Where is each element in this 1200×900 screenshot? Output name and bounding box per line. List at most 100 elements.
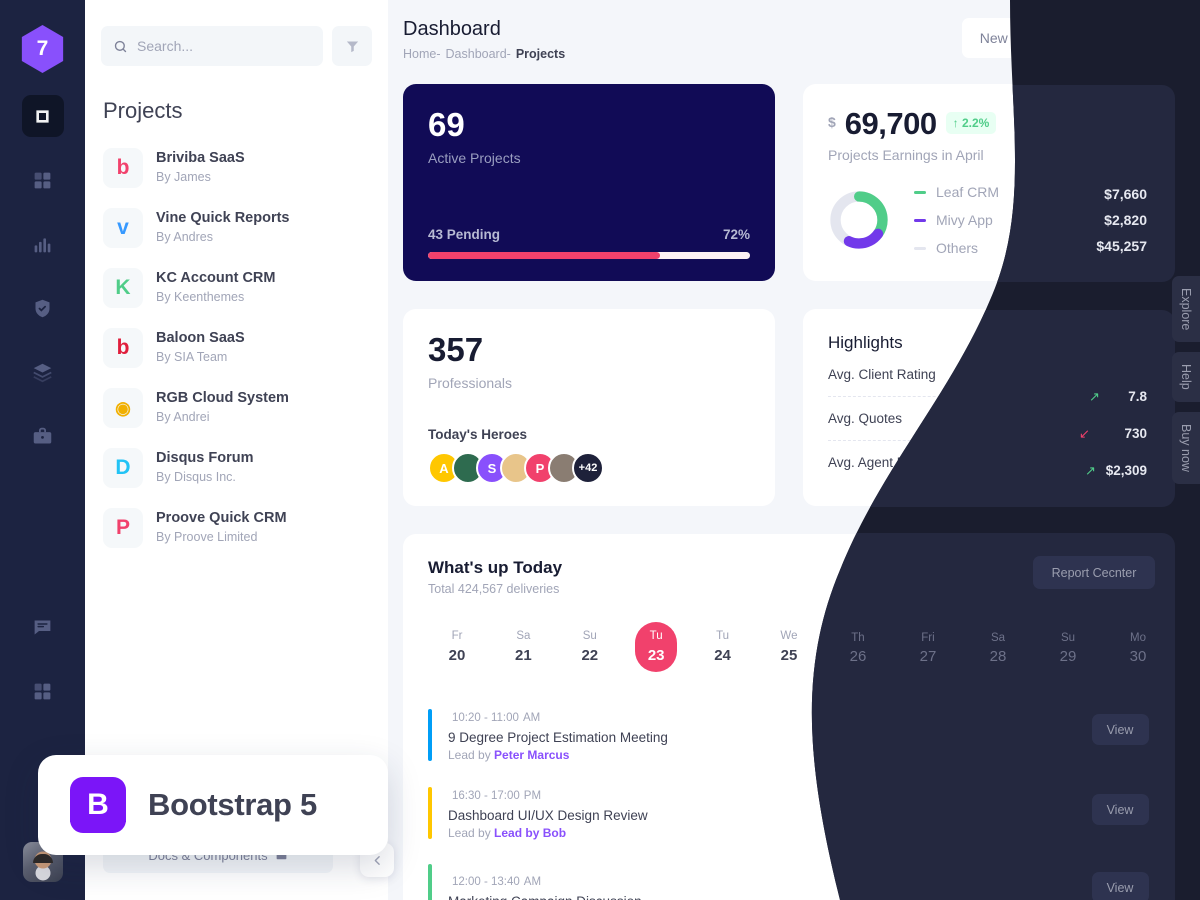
side-tab-buy-now[interactable]: Buy now — [1172, 412, 1200, 485]
highlight-number: $2,309 — [1108, 455, 1150, 470]
project-name: Proove Quick CRM — [156, 510, 287, 527]
project-author: By Proove Limited — [156, 530, 258, 545]
legend-swatch-leaf-crm — [914, 190, 926, 194]
event-row: 16:30 - 17:00 PM Dashboard UI/UX Design R… — [428, 774, 1150, 852]
event-time: 12:00 - 13:40 AM — [448, 872, 642, 890]
day-cell[interactable]: Su 22 — [569, 622, 611, 672]
arrow-down-icon: ↙ — [1106, 410, 1119, 426]
bar-chart-icon — [34, 237, 51, 252]
legend-swatch-mivy-app — [914, 218, 926, 222]
project-mark: b — [116, 156, 130, 179]
bootstrap-logo-icon: B — [70, 777, 126, 833]
day-cell[interactable]: Th 26 — [834, 622, 876, 672]
project-mark: P — [115, 516, 130, 539]
stats-grid: 69 Active Projects 43 Pending 72% $ 69,7… — [403, 84, 1175, 506]
header-actions: New User New Goal — [961, 18, 1175, 58]
project-logo: b — [103, 148, 143, 188]
whats-up-subtitle: Total 424,567 deliveries — [428, 582, 560, 596]
grid-icon — [34, 172, 51, 188]
professionals-card: 357 Professionals Today's Heroes A S P +… — [403, 309, 775, 506]
day-weekday: Mo — [1112, 630, 1129, 642]
sidebar-item-security[interactable] — [22, 287, 64, 329]
list-item[interactable]: b Briviba SaaS By James — [103, 138, 388, 198]
earnings-delta: 2.2% — [961, 116, 990, 130]
project-name: Disqus Forum — [156, 450, 254, 467]
list-item[interactable]: b Baloon SaaS By SIA Team — [103, 318, 388, 378]
day-weekday: Tu — [649, 630, 663, 642]
cube-icon — [36, 109, 49, 123]
breadcrumb-home[interactable]: Home- — [403, 47, 441, 61]
event-time-range: 12:00 - 13:40 — [452, 875, 520, 888]
day-number: 29 — [1046, 647, 1063, 664]
whats-up-header: What's up Today Total 424,567 deliveries… — [428, 558, 1150, 596]
sidebar-item-apps[interactable] — [22, 159, 64, 201]
event-name: 9 Degree Project Estimation Meeting — [448, 730, 668, 745]
event-lead-name[interactable]: Lead by Bob — [494, 826, 566, 840]
sidebar-item-widgets[interactable] — [22, 670, 64, 712]
currency-symbol: $ — [828, 114, 836, 130]
day-cell[interactable]: We 25 — [768, 622, 810, 672]
event-lead-prefix: Lead by — [448, 748, 495, 762]
filter-button[interactable] — [332, 26, 372, 66]
day-cell[interactable]: Mo 30 — [1100, 622, 1142, 672]
day-weekday: Tu — [716, 630, 730, 642]
project-info: Baloon SaaS By SIA Team — [156, 329, 245, 366]
day-cell[interactable]: Fri 27 — [901, 622, 943, 672]
event-row: 12:00 - 13:40AM Marketing Campaign Discu… — [428, 852, 1150, 900]
list-item[interactable]: D Disqus Forum By Disqus Inc. — [103, 438, 388, 498]
heroes-label: Today's Heroes — [428, 427, 527, 442]
sidebar-item-chat[interactable] — [22, 606, 64, 648]
event-view-button[interactable]: View — [1090, 873, 1150, 900]
legend-label: Others — [936, 240, 979, 256]
list-item[interactable]: ◉ RGB Cloud System By Andrei — [103, 378, 388, 438]
highlight-suffix: /10 — [1131, 367, 1150, 382]
sidebar-item-dashboard[interactable] — [21, 95, 64, 137]
sidebar-item-layers[interactable] — [22, 351, 64, 393]
project-info: RGB Cloud System By Andrei — [156, 389, 289, 426]
day-cell[interactable]: Sa 21 — [502, 622, 544, 672]
day-cell[interactable]: Su 29 — [1034, 622, 1076, 672]
day-cell[interactable]: Fr 20 — [436, 622, 478, 672]
search-icon — [114, 40, 127, 52]
highlights-card: Highlights Avg. Client Rating ↗ 7.8/10 A… — [803, 309, 1175, 506]
event-view-button[interactable]: View — [1090, 718, 1150, 752]
sidebar-item-projects[interactable] — [22, 415, 64, 457]
new-user-button[interactable]: New User — [961, 18, 1060, 58]
sidebar-item-statistics[interactable] — [22, 223, 64, 265]
project-mark: b — [116, 336, 130, 359]
shield-check-icon — [35, 299, 50, 317]
list-item[interactable]: K KC Account CRM By Keenthemes — [103, 258, 388, 318]
header: Dashboard Home- Dashboard- Projects New … — [403, 18, 1175, 61]
list-item[interactable]: v Vine Quick Reports By Andres — [103, 198, 388, 258]
day-cell-selected[interactable]: Tu 23 — [635, 622, 678, 672]
event-lead: Lead by Peter Marcus — [448, 748, 668, 762]
project-info: Briviba SaaS By James — [156, 149, 245, 186]
highlights-title: Highlights — [828, 333, 903, 352]
event-row: 10:20 - 11:00 AM 9 Degree Project Estimat… — [428, 696, 1150, 774]
bootstrap-mark: B — [87, 788, 109, 821]
project-logo: ◉ — [103, 388, 143, 428]
progress-labels: 43 Pending 72% — [428, 227, 750, 242]
project-logo: P — [103, 508, 143, 548]
search-box[interactable] — [101, 26, 323, 66]
arrow-up-icon: ↗ — [1087, 454, 1100, 470]
report-center-button[interactable]: Report Cecnter — [1031, 558, 1150, 594]
event-time-range: 10:20 - 11:00 — [452, 712, 519, 724]
avatar-more[interactable]: +42 — [572, 452, 604, 484]
side-tab-explore[interactable]: Explore — [1172, 276, 1200, 343]
event-lead-name[interactable]: Peter Marcus — [494, 748, 569, 762]
list-item[interactable]: P Proove Quick CRM By Proove Limited — [103, 498, 388, 558]
breadcrumb-dashboard[interactable]: Dashboard- — [446, 47, 511, 61]
search-input[interactable] — [137, 38, 311, 54]
day-weekday: Sa — [981, 630, 996, 642]
day-cell[interactable]: Sa 28 — [967, 622, 1009, 672]
project-name: RGB Cloud System — [156, 390, 289, 407]
day-number: 30 — [1112, 647, 1130, 664]
day-cell[interactable]: Tu 24 — [702, 622, 744, 672]
event-view-button[interactable]: View — [1090, 796, 1150, 830]
earnings-card: $ 69,700 ↑ 2.2% Projects Earnings in Apr… — [803, 84, 1175, 281]
side-tab-help[interactable]: Help — [1172, 352, 1200, 403]
app-logo[interactable]: 7 — [21, 25, 64, 73]
new-goal-button[interactable]: New Goal — [1071, 18, 1175, 58]
event-ampm: AM — [523, 875, 542, 888]
